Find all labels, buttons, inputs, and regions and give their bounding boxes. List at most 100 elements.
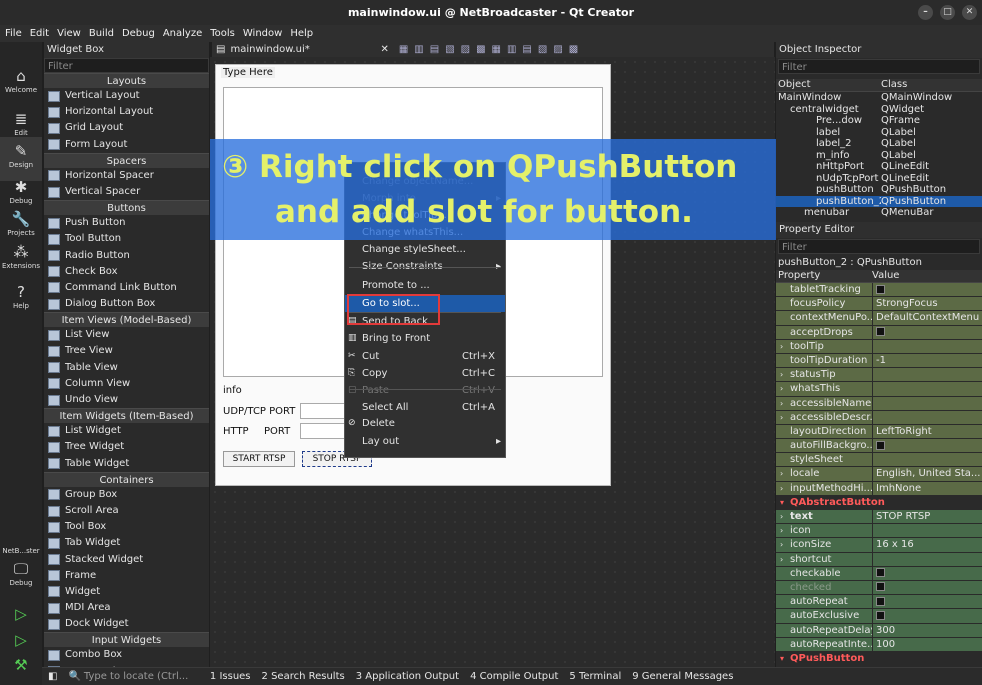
property-value[interactable] — [872, 325, 982, 339]
checkbox-icon[interactable] — [876, 568, 885, 578]
widget-frame[interactable]: Frame — [44, 568, 209, 584]
menu-help[interactable]: Help — [290, 28, 313, 39]
maximize-icon[interactable]: □ — [940, 5, 955, 20]
widget-form-layout[interactable]: Form Layout — [44, 137, 209, 153]
property-value[interactable]: LeftToRight — [872, 424, 982, 439]
widget-tool-button[interactable]: Tool Button — [44, 231, 209, 247]
property-value[interactable] — [872, 396, 982, 410]
property-autorepeat[interactable]: autoRepeat — [776, 595, 982, 610]
property-value[interactable] — [872, 339, 982, 353]
object-row-label-2[interactable]: label_2 QLabel — [776, 138, 982, 150]
menu-window[interactable]: Window — [243, 28, 282, 39]
editor-tab[interactable]: mainwindow.ui* — [230, 44, 380, 55]
widget-mdi-area[interactable]: MDI Area — [44, 600, 209, 616]
widget-box-filter[interactable]: Filter — [44, 58, 209, 73]
property-tooltipduration[interactable]: toolTipDuration -1 — [776, 353, 982, 369]
property-value[interactable]: StrongFocus — [872, 297, 982, 311]
mode-extensions[interactable]: ⁂ Extensions — [0, 238, 42, 282]
property-value[interactable] — [872, 283, 982, 297]
property-value[interactable]: ImhNone — [872, 481, 982, 495]
expand-icon[interactable]: › — [780, 553, 783, 566]
property-autoexclusive[interactable]: autoExclusive — [776, 609, 982, 624]
build-button[interactable]: ⚒ — [0, 655, 42, 677]
value-column-header[interactable]: Value — [872, 270, 899, 282]
menu-item-promote-to[interactable]: Promote to ... — [345, 277, 505, 294]
output-tab-1-issues[interactable]: 1 Issues — [210, 671, 251, 682]
category-layouts[interactable]: Layouts — [44, 73, 209, 88]
layout-tools-icon[interactable]: ▦▥▤▧▨▩▦▥▤▧▨▩ — [399, 44, 584, 55]
object-row-pushbutton-2[interactable]: pushButton_2 QPushButton — [776, 195, 982, 207]
output-tab-2-search-results[interactable]: 2 Search Results — [262, 671, 345, 682]
widget-column-view[interactable]: Column View — [44, 376, 209, 392]
close-icon[interactable]: ✕ — [962, 5, 977, 20]
mode-help[interactable]: ? Help — [0, 278, 42, 322]
widget-undo-view[interactable]: Undo View — [44, 392, 209, 408]
checkbox-icon[interactable] — [876, 610, 885, 620]
category-item-widgets-item-based[interactable]: Item Widgets (Item-Based) — [44, 408, 209, 424]
mode-welcome[interactable]: ⌂ Welcome — [0, 62, 42, 106]
property-contextmenupo[interactable]: contextMenuPo... DefaultContextMenu — [776, 311, 982, 326]
kit-selector[interactable]: NetB...ster 🖵 Debug — [0, 547, 42, 591]
menu-item-select-all[interactable]: Select All Ctrl+A — [345, 399, 505, 416]
menu-build[interactable]: Build — [89, 28, 114, 39]
output-tab-9-general-messages[interactable]: 9 General Messages — [632, 671, 733, 682]
expand-icon[interactable]: › — [780, 467, 783, 480]
http-port-input[interactable] — [300, 423, 348, 439]
object-inspector-filter[interactable]: Filter — [778, 59, 980, 74]
widget-radio-button[interactable]: Radio Button — [44, 248, 209, 264]
object-row-nhttpport[interactable]: nHttpPort QLineEdit — [776, 161, 982, 173]
property-shortcut[interactable]: › shortcut — [776, 552, 982, 567]
sidebar-toggle-icon[interactable]: ◧ — [48, 671, 57, 682]
udp-tcp-port-input[interactable] — [300, 403, 348, 419]
expand-icon[interactable]: › — [780, 411, 783, 424]
category-item-views-model-based[interactable]: Item Views (Model-Based) — [44, 312, 209, 328]
menu-view[interactable]: View — [57, 28, 81, 39]
widget-tree-view[interactable]: Tree View — [44, 343, 209, 359]
locate-input[interactable]: Type to locate (Ctrl... — [84, 671, 199, 682]
object-row-m-info[interactable]: m_info QLabel — [776, 150, 982, 162]
property-column-header[interactable]: Property — [776, 270, 872, 282]
widget-tool-box[interactable]: Tool Box — [44, 519, 209, 535]
widget-stacked-widget[interactable]: Stacked Widget — [44, 552, 209, 568]
object-row-pre-dow[interactable]: Pre...dow QFrame — [776, 115, 982, 127]
class-section-qabstractbutton[interactable]: ▾ QAbstractButton — [776, 495, 982, 510]
property-accessibledescr[interactable]: › accessibleDescr... — [776, 410, 982, 425]
property-value[interactable] — [872, 552, 982, 566]
property-value[interactable]: 16 x 16 — [872, 538, 982, 552]
property-accessiblename[interactable]: › accessibleName — [776, 396, 982, 411]
property-checked[interactable]: checked — [776, 580, 982, 596]
menu-type-here[interactable]: Type Here — [221, 67, 275, 78]
widget-push-button[interactable]: Push Button — [44, 215, 209, 231]
menu-item-copy[interactable]: ⎘ Copy Ctrl+C — [345, 365, 505, 382]
expand-icon[interactable]: › — [780, 482, 783, 495]
checkbox-icon[interactable] — [876, 596, 885, 606]
property-whatsthis[interactable]: › whatsThis — [776, 382, 982, 397]
property-value[interactable] — [872, 524, 982, 538]
widget-horizontal-layout[interactable]: Horizontal Layout — [44, 104, 209, 120]
property-autorepeatdelay[interactable]: autoRepeatDelay 300 — [776, 623, 982, 638]
expand-icon[interactable]: › — [780, 382, 783, 395]
port-label[interactable]: PORT — [264, 426, 290, 437]
menu-item-lay-out[interactable]: Lay out ▸ — [345, 433, 505, 450]
checkbox-icon[interactable] — [876, 440, 885, 450]
widget-check-box[interactable]: Check Box — [44, 264, 209, 280]
widget-tree-widget[interactable]: Tree Widget — [44, 439, 209, 455]
http-label[interactable]: HTTP — [223, 426, 249, 437]
menu-analyze[interactable]: Analyze — [163, 28, 202, 39]
property-value[interactable] — [872, 410, 982, 424]
widget-list-widget[interactable]: List Widget — [44, 423, 209, 439]
object-row-label[interactable]: label QLabel — [776, 127, 982, 139]
property-checkable[interactable]: checkable — [776, 566, 982, 581]
property-value[interactable]: DefaultContextMenu — [872, 311, 982, 325]
category-buttons[interactable]: Buttons — [44, 200, 209, 216]
object-row-menubar[interactable]: menubar QMenuBar — [776, 207, 982, 219]
category-input-widgets[interactable]: Input Widgets — [44, 632, 209, 648]
object-row-mainwindow[interactable]: MainWindow QMainWindow — [776, 92, 982, 104]
property-value[interactable]: 300 — [872, 623, 982, 637]
property-value[interactable] — [872, 609, 982, 623]
expand-icon[interactable]: › — [780, 510, 783, 523]
checkbox-icon[interactable] — [876, 284, 885, 294]
output-tab-4-compile-output[interactable]: 4 Compile Output — [470, 671, 558, 682]
expand-icon[interactable]: › — [780, 524, 783, 537]
widget-combo-box[interactable]: Combo Box — [44, 647, 209, 663]
